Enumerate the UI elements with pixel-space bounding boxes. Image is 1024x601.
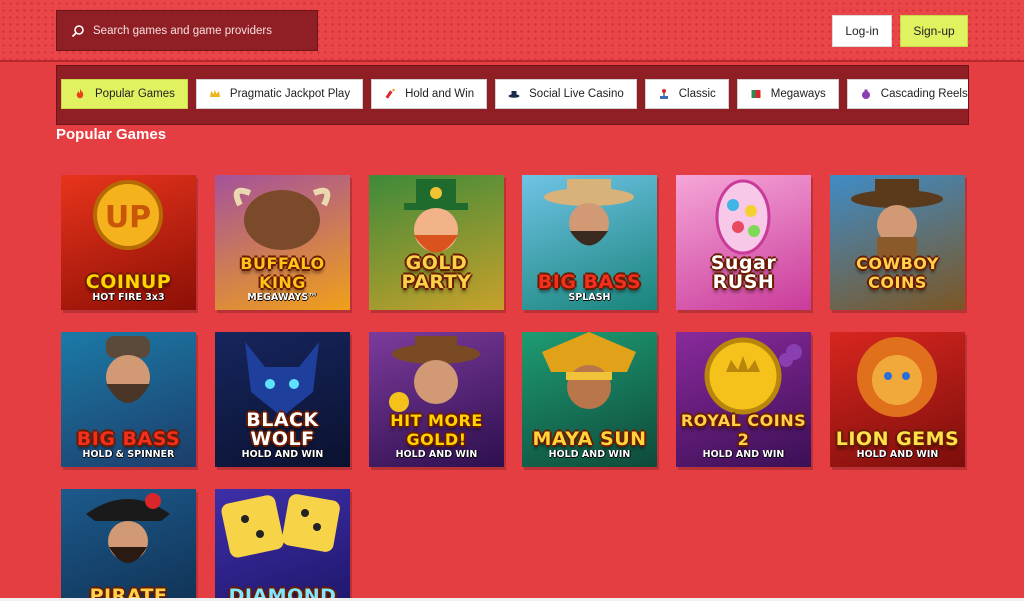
game-subtitle: HOLD AND WIN <box>395 449 478 460</box>
search-icon <box>71 24 85 38</box>
game-title: COWBOY COINS <box>856 254 939 292</box>
svg-text:UP: UP <box>105 200 151 235</box>
game-subtitle: HOLD AND WIN <box>548 449 631 460</box>
game-tile[interactable]: BLACK WOLF HOLD AND WIN <box>215 332 350 467</box>
dynamite-icon <box>384 88 396 100</box>
tab-label: Megaways <box>770 88 826 100</box>
game-tile[interactable]: MAYA SUN HOLD AND WIN <box>522 332 657 467</box>
fire-icon <box>74 88 86 100</box>
game-title: COINUP <box>85 271 172 293</box>
game-tile[interactable]: HIT MORE GOLD! HOLD AND WIN <box>369 332 504 467</box>
game-tile[interactable]: BIG BASS HOLD & SPINNER <box>61 332 196 467</box>
game-title: LION GEMS <box>835 428 960 450</box>
game-subtitle: HOLD & SPINNER <box>82 449 175 460</box>
game-tile[interactable]: Sugar RUSH <box>676 175 811 310</box>
tab-label: Popular Games <box>95 88 175 100</box>
game-subtitle: HOLD AND WIN <box>241 449 324 460</box>
game-subtitle: HOLD AND WIN <box>702 449 785 460</box>
signup-button[interactable]: Sign-up <box>900 15 968 47</box>
dice-icon <box>215 489 350 584</box>
game-tile[interactable]: UP COINUP HOT FIRE 3x3 <box>61 175 196 310</box>
game-title: BIG BASS <box>537 271 642 293</box>
search-input[interactable]: Search games and game providers <box>56 10 318 51</box>
lion-icon <box>830 332 965 427</box>
coin-icon: UP <box>61 175 196 270</box>
crown-icon <box>209 88 221 100</box>
tab-label: Social Live Casino <box>529 88 624 100</box>
game-subtitle: HOLD AND WIN <box>856 449 939 460</box>
joystick-icon <box>658 88 670 100</box>
game-title: Sugar RUSH <box>710 252 777 293</box>
tab-classic[interactable]: Classic <box>644 79 729 109</box>
tab-megaways[interactable]: Megaways <box>736 79 839 109</box>
cards-icon <box>750 88 762 100</box>
game-tile[interactable]: DIAMONDFORTUNATOR <box>215 489 350 601</box>
tab-popular-games[interactable]: Popular Games <box>61 79 188 109</box>
game-title: BLACK WOLF <box>246 409 319 450</box>
category-tabs: Popular Games Pragmatic Jackpot Play Hold … <box>56 65 969 125</box>
game-title: BIG BASS <box>76 428 181 450</box>
maya-icon <box>522 332 657 427</box>
tab-label: Cascading Reels <box>880 88 968 100</box>
game-tile[interactable]: LION GEMS HOLD AND WIN <box>830 332 965 467</box>
bag-icon <box>860 88 872 100</box>
tab-label: Hold and Win <box>405 88 475 100</box>
game-tile[interactable]: BUFFALO KING MEGAWAYS™ <box>215 175 350 310</box>
fisherman-icon <box>522 175 657 270</box>
game-title: ROYAL COINS 2 <box>680 411 807 449</box>
game-title: MAYA SUN <box>532 428 647 450</box>
game-tile[interactable]: COWBOY COINS <box>830 175 965 310</box>
game-title: HIT MORE GOLD! <box>390 411 483 449</box>
game-tile[interactable]: BIG BASS SPLASH <box>522 175 657 310</box>
fisherman2-icon <box>61 332 196 427</box>
game-subtitle: HOT FIRE 3x3 <box>92 292 165 303</box>
game-tile[interactable]: GOLD PARTY <box>369 175 504 310</box>
tab-label: Classic <box>678 88 716 100</box>
tab-social-live-casino[interactable]: Social Live Casino <box>495 79 637 109</box>
tab-pragmatic-jackpot-play[interactable]: Pragmatic Jackpot Play <box>195 79 364 109</box>
game-title: BUFFALO KING <box>240 254 325 292</box>
game-subtitle: MEGAWAYS™ <box>247 292 318 303</box>
login-button[interactable]: Log-in <box>832 15 892 47</box>
tab-cascading-reels[interactable]: Cascading Reels <box>846 79 968 109</box>
game-subtitle: SPLASH <box>568 292 611 303</box>
pirate-icon <box>61 489 196 584</box>
tab-label: Pragmatic Jackpot Play <box>229 88 351 100</box>
search-placeholder: Search games and game providers <box>93 24 272 37</box>
section-title: Popular Games <box>56 126 167 143</box>
hat-icon <box>508 88 520 100</box>
tab-hold-and-win[interactable]: Hold and Win <box>371 79 488 109</box>
game-tile[interactable]: ROYAL COINS 2 HOLD AND WIN <box>676 332 811 467</box>
game-title: GOLD PARTY <box>401 252 472 293</box>
game-tile[interactable]: PIRATECHEST <box>61 489 196 601</box>
top-header: Search games and game providers Log-in S… <box>0 0 1024 62</box>
